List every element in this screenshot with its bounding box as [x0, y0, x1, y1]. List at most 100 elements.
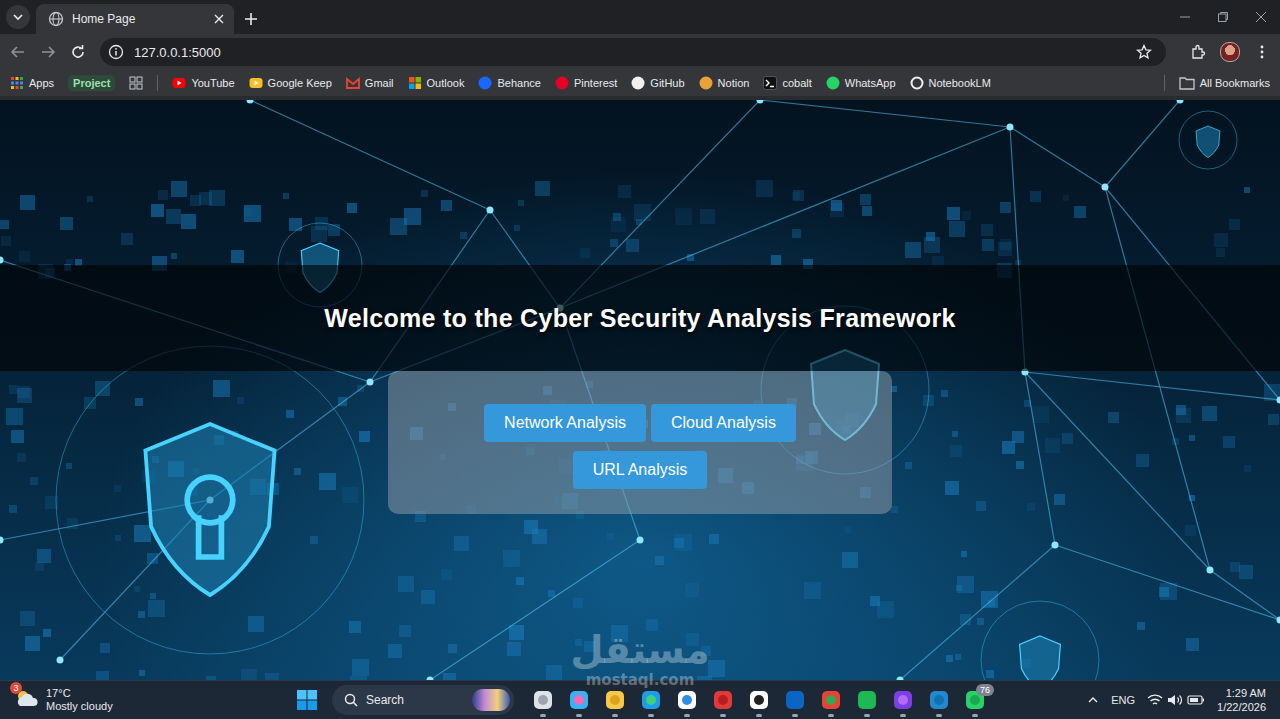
copilot-app[interactable] [564, 682, 594, 718]
close-icon[interactable] [214, 14, 224, 24]
bookmark[interactable]: Gmail [346, 76, 394, 90]
whatsapp-app[interactable]: 76 [960, 682, 990, 718]
taskbar-search[interactable]: Search [332, 685, 514, 715]
screen: Home Page 127.0.0.1:5000 Apps Project YouTub… [0, 0, 1280, 719]
notebooklm-icon [910, 76, 924, 90]
minimize-button[interactable] [1166, 0, 1204, 34]
bookmark-label: Notion [718, 77, 750, 89]
star-icon[interactable] [1136, 44, 1152, 60]
analysis-button[interactable]: Cloud Analysis [651, 404, 796, 442]
bookmark[interactable]: YouTube [172, 76, 234, 90]
extensions-icon[interactable] [1190, 44, 1206, 60]
gmail-icon [346, 76, 360, 90]
weather-widget[interactable]: 317°CMostly cloudy [0, 687, 296, 713]
button-row: Network AnalysisCloud Analysis [484, 404, 796, 442]
weather-badge: 3 [10, 682, 22, 694]
apps-bookmark[interactable]: Apps [10, 76, 54, 90]
search-highlight-icon [472, 689, 510, 711]
close-window-button[interactable] [1242, 0, 1280, 34]
bookmark-label: WhatsApp [845, 77, 896, 89]
edge-app[interactable] [636, 682, 666, 718]
page-content: Welcome to the Cyber Security Analysis F… [0, 100, 1280, 514]
edge-icon [640, 689, 662, 711]
watermark: مستقلmostaql.com [540, 628, 740, 688]
time: 1:29 AM [1226, 686, 1266, 700]
whatsapp-icon [826, 76, 840, 90]
copilot-icon [568, 689, 590, 711]
notion-icon [748, 689, 770, 711]
quick-settings[interactable] [1147, 693, 1205, 707]
notification-badge: 76 [976, 684, 994, 696]
running-indicator [828, 714, 834, 717]
wifi-icon [1147, 693, 1163, 707]
app-l-icon [712, 689, 734, 711]
language-indicator[interactable]: ENG [1111, 694, 1135, 706]
notion-app[interactable] [744, 682, 774, 718]
windows-start-icon[interactable] [296, 689, 318, 711]
menu-icon[interactable] [1254, 44, 1270, 60]
analysis-panel: Network AnalysisCloud Analysis URL Analys… [388, 371, 892, 514]
forward-icon[interactable] [40, 44, 56, 60]
spotify-icon [856, 689, 878, 711]
address-text: 127.0.0.1:5000 [134, 45, 221, 60]
bookmark-label: Pinterest [574, 77, 617, 89]
behance-icon [478, 76, 492, 90]
search-icon [344, 693, 358, 707]
outlook-icon [408, 76, 422, 90]
bookmark-label: cobalt [782, 77, 811, 89]
chrome-icon [820, 689, 842, 711]
back-icon[interactable] [10, 44, 26, 60]
apps-grid-icon [10, 76, 24, 90]
store-icon [676, 689, 698, 711]
spotify-app[interactable] [852, 682, 882, 718]
restore-button[interactable] [1204, 0, 1242, 34]
chrome-app[interactable] [816, 682, 846, 718]
linkedin-app[interactable] [780, 682, 810, 718]
tab-title: Home Page [72, 12, 206, 26]
bookmark[interactable]: Outlook [408, 76, 465, 90]
github-icon [631, 76, 645, 90]
bookmark[interactable]: GitHub [631, 76, 684, 90]
analysis-button[interactable]: URL Analysis [573, 451, 708, 489]
bookmark-label: All Bookmarks [1200, 77, 1270, 89]
reload-icon[interactable] [70, 44, 86, 60]
app-purple-icon [892, 689, 914, 711]
info-icon[interactable] [108, 44, 124, 60]
project-bookmark-group[interactable]: Project [68, 75, 115, 91]
bookmark-label: Apps [29, 77, 54, 89]
weather-condition: Mostly cloudy [46, 700, 113, 713]
profile-avatar[interactable] [1220, 42, 1240, 62]
store-app[interactable] [672, 682, 702, 718]
chevron-up-icon[interactable] [1087, 694, 1099, 706]
bookmark[interactable]: Google Keep [249, 76, 332, 90]
all-bookmarks[interactable]: All Bookmarks [1179, 76, 1270, 90]
bookmark[interactable]: Pinterest [555, 76, 617, 90]
vscode-app[interactable] [924, 682, 954, 718]
app-purple-app[interactable] [888, 682, 918, 718]
title-band: Welcome to the Cyber Security Analysis F… [0, 265, 1280, 371]
watermark-latin: mostaql.com [586, 672, 695, 688]
system-tray: ENG 1:29 AM1/22/2026 [1087, 686, 1280, 714]
new-tab-icon[interactable] [244, 12, 258, 26]
bookmark[interactable]: Behance [478, 76, 540, 90]
bookmarks-bar: Apps Project YouTube Google Keep Gmail Outloo… [0, 70, 1280, 100]
bookmark[interactable]: WhatsApp [826, 76, 896, 90]
file-explorer-app[interactable] [600, 682, 630, 718]
minimize-icon [1179, 11, 1191, 23]
analysis-button[interactable]: Network Analysis [484, 404, 646, 442]
bookmark[interactable]: cobalt [763, 76, 811, 90]
keep-icon [249, 76, 263, 90]
task-view-app[interactable] [528, 682, 558, 718]
cobalt-icon [763, 76, 777, 90]
bookmark[interactable]: Notion [699, 76, 750, 90]
clock[interactable]: 1:29 AM1/22/2026 [1217, 686, 1266, 714]
notion-icon [699, 76, 713, 90]
running-indicator [864, 714, 870, 717]
browser-tab[interactable]: Home Page [36, 4, 234, 34]
tab-groups-icon[interactable] [129, 76, 143, 90]
bookmark[interactable]: NotebookLM [910, 76, 991, 90]
app-l-app[interactable] [708, 682, 738, 718]
bookmark-label: Outlook [427, 77, 465, 89]
address-bar[interactable]: 127.0.0.1:5000 [100, 38, 1166, 66]
tab-search-button[interactable] [6, 5, 30, 29]
